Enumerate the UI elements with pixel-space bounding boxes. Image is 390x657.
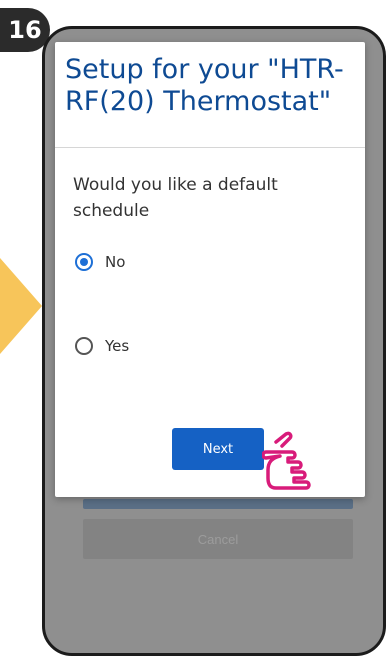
option-yes-label: Yes — [105, 337, 130, 355]
schedule-question: Would you like a default schedule — [73, 175, 278, 221]
dialog-divider — [55, 147, 365, 148]
hand-pointer-icon — [262, 431, 311, 490]
next-button[interactable]: Next — [172, 428, 264, 470]
setup-dialog: Setup for your "HTR-RF(20) Thermostat" W… — [55, 42, 365, 497]
option-yes[interactable]: Yes — [75, 337, 129, 355]
dialog-title: Setup for your "HTR-RF(20) Thermostat" — [65, 54, 344, 117]
arrow-hint-icon — [0, 258, 42, 354]
background-button-strip — [83, 499, 353, 509]
option-no[interactable]: No — [75, 253, 125, 271]
option-no-label: No — [105, 253, 126, 271]
radio-no[interactable] — [75, 253, 93, 271]
radio-yes[interactable] — [75, 337, 93, 355]
background-cancel-label: Cancel — [197, 531, 239, 547]
background-cancel-button[interactable]: Cancel — [83, 519, 353, 559]
step-number-badge: 16 — [0, 8, 50, 52]
